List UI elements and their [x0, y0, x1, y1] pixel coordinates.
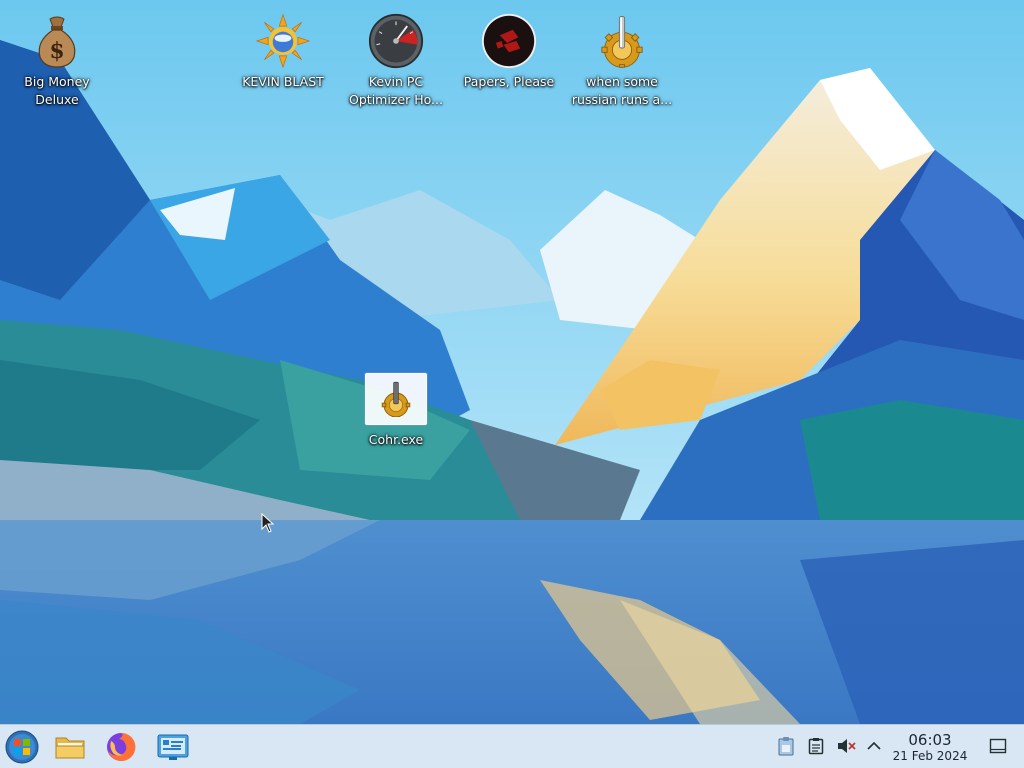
- show-hidden-icons-button[interactable]: [863, 735, 885, 757]
- svg-text:$: $: [49, 38, 64, 64]
- gauge-icon: [368, 10, 424, 72]
- volume-muted-button[interactable]: [835, 735, 857, 757]
- desktop-icon-label: when some russian runs a...: [571, 74, 673, 107]
- mouse-cursor-icon: [261, 513, 275, 533]
- control-panel-icon: [157, 734, 189, 760]
- windows-orb-icon: [5, 730, 39, 764]
- control-panel-button[interactable]: [155, 729, 191, 765]
- desktop-icon-label: Big Money Deluxe: [24, 74, 90, 107]
- desktop-icon-papers-please[interactable]: Papers, Please: [454, 10, 564, 91]
- speaker-muted-icon: [838, 739, 856, 753]
- gear-lever-icon: [365, 373, 427, 425]
- chevron-up-icon: [867, 741, 881, 750]
- clipboard-icon: [808, 738, 824, 755]
- tray-item[interactable]: [775, 735, 797, 757]
- clock-date: 21 Feb 2024: [892, 749, 968, 763]
- file-manager-button[interactable]: [52, 729, 88, 765]
- clock[interactable]: 06:03 21 Feb 2024: [888, 731, 972, 764]
- wallpaper-mountains: [0, 0, 1024, 724]
- firefox-icon: [107, 732, 136, 761]
- folder-icon: [55, 737, 85, 759]
- show-desktop-button[interactable]: [987, 735, 1009, 757]
- gear-lever-icon: [594, 10, 650, 72]
- desktop-icon-kevin-blast[interactable]: KEVIN BLAST: [228, 10, 338, 91]
- money-bag-icon: $: [29, 10, 85, 72]
- desktop-icon-cohr-exe[interactable]: Cohr.exe: [341, 373, 451, 449]
- desktop-icon-big-money-deluxe[interactable]: $ Big Money Deluxe: [2, 10, 112, 109]
- desktop-icon-label: Cohr.exe: [368, 432, 424, 447]
- clipboard-manager-icon: [778, 737, 794, 756]
- show-desktop-icon: [989, 738, 1007, 754]
- desktop-icon-kevin-pc-optimizer[interactable]: Kevin PC Optimizer Ho...: [341, 10, 451, 109]
- desktop-icon-when-some-russian[interactable]: when some russian runs a...: [567, 10, 677, 109]
- clock-time: 06:03: [908, 731, 952, 749]
- desktop-icon-label: Papers, Please: [463, 74, 555, 89]
- tray-item[interactable]: [805, 735, 827, 757]
- sun-planet-icon: [255, 10, 311, 72]
- papers-please-emblem-icon: [481, 10, 537, 72]
- desktop-icon-label: Kevin PC Optimizer Ho...: [349, 74, 443, 107]
- taskbar: 06:03 21 Feb 2024: [0, 724, 1024, 768]
- start-menu-button[interactable]: [4, 729, 40, 765]
- desktop[interactable]: $ Big Money Deluxe KEVIN BLAST Kevin PC …: [0, 0, 1024, 724]
- firefox-button[interactable]: [103, 729, 139, 765]
- desktop-icon-label: KEVIN BLAST: [242, 74, 324, 89]
